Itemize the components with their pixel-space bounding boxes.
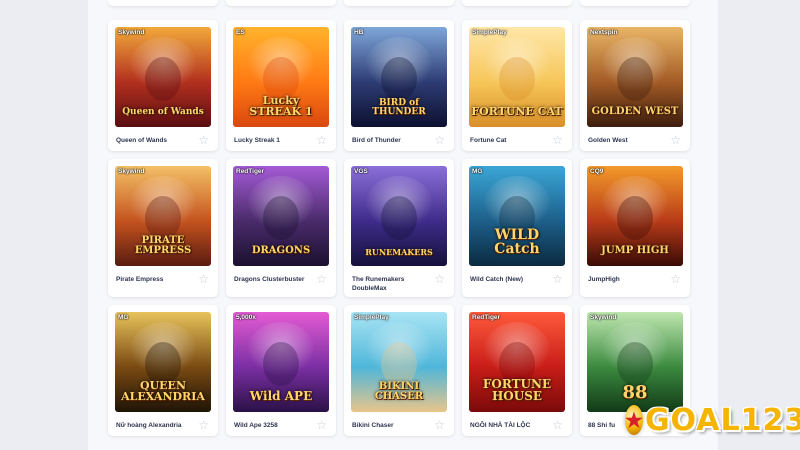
game-title-art: QUEEN ALEXANDRIA [121, 379, 205, 403]
game-thumbnail[interactable]: 5,000x Wild APE [233, 312, 329, 412]
game-card[interactable]: MG WILD Catch Wild Catch (New) ☆ [462, 159, 572, 297]
game-card-partial[interactable] [226, 0, 336, 6]
game-thumbnail[interactable]: Skywind Queen of Wands [115, 27, 211, 127]
game-thumbnail[interactable]: RedTiger DRAGONS [233, 166, 329, 266]
game-thumbnail[interactable]: MG QUEEN ALEXANDRIA [115, 312, 211, 412]
game-title-art: FORTUNE HOUSE [482, 377, 552, 403]
game-title-art: FORTUNE CAT [471, 105, 563, 118]
star-outline-icon[interactable]: ☆ [552, 419, 563, 431]
game-thumbnail[interactable]: RedTiger FORTUNE HOUSE [469, 312, 565, 412]
game-title-art: GOLDEN WEST [591, 106, 679, 117]
provider-tag: SimplePlay [472, 29, 507, 36]
provider-tag: Skywind [118, 29, 145, 36]
game-thumbnail[interactable]: Skywind 88 [587, 312, 683, 412]
game-card[interactable]: Skywind PIRATE EMPRESS Pirate Empress ☆ [108, 159, 218, 297]
game-card[interactable]: 5,000x Wild APE Wild Ape 3258 ☆ [226, 305, 336, 436]
game-name[interactable]: Lucky Streak 1 [234, 136, 314, 145]
game-card-partial[interactable] [108, 0, 218, 6]
provider-tag: RedTiger [236, 168, 265, 175]
game-thumbnail[interactable]: Skywind PIRATE EMPRESS [115, 166, 211, 266]
soccer-ball-icon: ★ [625, 405, 643, 435]
game-name[interactable]: Fortune Cat [470, 136, 550, 145]
game-card-partial[interactable] [580, 0, 690, 6]
provider-tag: SimplePlay [354, 314, 389, 321]
game-name[interactable]: NGÔI NHÀ TÀI LỘC [470, 421, 550, 430]
game-name[interactable]: JumpHigh [588, 275, 668, 284]
game-card[interactable]: RedTiger FORTUNE HOUSE NGÔI NHÀ TÀI LỘC ☆ [462, 305, 572, 436]
provider-tag: MG [472, 168, 483, 175]
game-title-art: JUMP HIGH [601, 245, 669, 256]
game-thumbnail[interactable]: SimplePlay FORTUNE CAT [469, 27, 565, 127]
game-thumbnail[interactable]: VGS RUNEMAKERS [351, 166, 447, 266]
provider-tag: 5,000x [236, 314, 256, 321]
game-title-art: BIRD of THUNDER [372, 98, 426, 117]
star-outline-icon[interactable]: ☆ [316, 134, 327, 146]
game-thumbnail[interactable]: MG WILD Catch [469, 166, 565, 266]
game-card[interactable]: SimplePlay FORTUNE CAT Fortune Cat ☆ [462, 20, 572, 151]
game-title-art: BIKINI CHASER [374, 381, 424, 402]
game-thumbnail[interactable]: ES Lucky STREAK 1 [233, 27, 329, 127]
provider-tag: Nextspin [590, 29, 618, 36]
star-outline-icon[interactable]: ☆ [198, 419, 209, 431]
star-outline-icon[interactable]: ☆ [552, 273, 563, 285]
provider-tag: Skywind [590, 314, 617, 321]
star-outline-icon[interactable]: ☆ [198, 134, 209, 146]
game-card[interactable]: Skywind Queen of Wands Queen of Wands ☆ [108, 20, 218, 151]
provider-tag: HB [354, 29, 364, 36]
game-card[interactable]: MG QUEEN ALEXANDRIA Nữ hoàng Alexandria ☆ [108, 305, 218, 436]
provider-tag: CQ9 [590, 168, 604, 175]
game-name[interactable]: Golden West [588, 136, 668, 145]
provider-tag: Skywind [118, 168, 145, 175]
game-name[interactable]: Bikini Chaser [352, 421, 432, 430]
game-card-partial[interactable] [344, 0, 454, 6]
game-name[interactable]: Wild Ape 3258 [234, 421, 314, 430]
star-outline-icon[interactable]: ☆ [434, 419, 445, 431]
game-card[interactable]: HB BIRD of THUNDER Bird of Thunder ☆ [344, 20, 454, 151]
game-card[interactable]: ES Lucky STREAK 1 Lucky Streak 1 ☆ [226, 20, 336, 151]
game-card[interactable]: VGS RUNEMAKERS The Runemakers DoubleMax ☆ [344, 159, 454, 297]
game-thumbnail[interactable]: HB BIRD of THUNDER [351, 27, 447, 127]
game-title-art: Wild APE [249, 389, 313, 403]
game-card-partial[interactable] [462, 0, 572, 6]
game-name[interactable]: Pirate Empress [116, 275, 196, 284]
star-outline-icon[interactable]: ☆ [552, 134, 563, 146]
game-name[interactable]: The Runemakers DoubleMax [352, 275, 432, 293]
game-thumbnail[interactable]: CQ9 JUMP HIGH [587, 166, 683, 266]
star-outline-icon[interactable]: ☆ [434, 273, 445, 285]
game-title-art: PIRATE EMPRESS [134, 235, 192, 256]
game-thumbnail[interactable]: SimplePlay BIKINI CHASER [351, 312, 447, 412]
game-title-art: DRAGONS [251, 245, 311, 256]
brand-logo: ★ GOAL123 [625, 400, 800, 440]
provider-tag: RedTiger [472, 314, 501, 321]
star-outline-icon[interactable]: ☆ [316, 273, 327, 285]
game-name[interactable]: Bird of Thunder [352, 136, 432, 145]
game-title-art: RUNEMAKERS [365, 247, 433, 257]
brand-logo-text: GOAL123 [644, 402, 800, 438]
game-name[interactable]: Queen of Wands [116, 136, 196, 145]
game-card[interactable]: Nextspin GOLDEN WEST Golden West ☆ [580, 20, 690, 151]
provider-tag: ES [236, 29, 245, 36]
game-card[interactable]: SimplePlay BIKINI CHASER Bikini Chaser ☆ [344, 305, 454, 436]
star-outline-icon[interactable]: ☆ [316, 419, 327, 431]
game-title-art: Queen of Wands [122, 107, 204, 117]
star-outline-icon[interactable]: ☆ [670, 273, 681, 285]
game-thumbnail[interactable]: Nextspin GOLDEN WEST [587, 27, 683, 127]
game-card[interactable]: CQ9 JUMP HIGH JumpHigh ☆ [580, 159, 690, 297]
game-name[interactable]: Wild Catch (New) [470, 275, 550, 284]
provider-tag: MG [118, 314, 129, 321]
star-outline-icon[interactable]: ☆ [670, 134, 681, 146]
star-outline-icon[interactable]: ☆ [198, 273, 209, 285]
star-outline-icon[interactable]: ☆ [434, 134, 445, 146]
provider-tag: VGS [354, 168, 368, 175]
game-name[interactable]: Nữ hoàng Alexandria [116, 421, 196, 430]
game-name[interactable]: Dragons Clusterbuster [234, 275, 314, 284]
game-title-art: Lucky STREAK 1 [249, 94, 313, 118]
game-card[interactable]: RedTiger DRAGONS Dragons Clusterbuster ☆ [226, 159, 336, 297]
game-title-art: WILD Catch [494, 227, 540, 257]
